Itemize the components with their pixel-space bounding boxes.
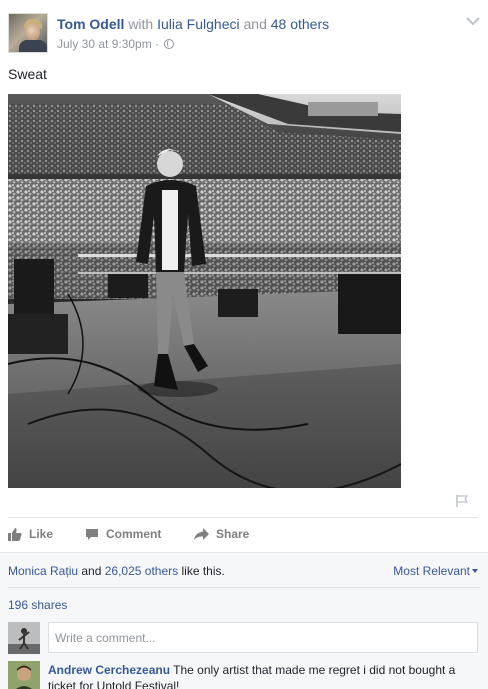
write-comment-input[interactable] [48,622,478,653]
like-button[interactable]: Like [8,523,53,545]
likes-separator [8,587,480,588]
tagged-others-link[interactable]: 48 others [271,16,329,32]
likes-others-link[interactable]: 26,025 others [105,564,178,578]
commenter-name-link[interactable]: Andrew Cerchezeanu [48,663,170,677]
with-text: with [128,16,154,32]
comments-section: Monica Rațiu and 26,025 others like this… [0,552,488,689]
liker-name-link[interactable]: Monica Rațiu [8,564,78,578]
meta-separator: · [155,37,160,51]
flag-icon[interactable] [455,494,469,508]
current-user-avatar[interactable] [8,622,40,654]
facebook-post: Tom Odell with Iulia Fulgheci and 48 oth… [0,0,488,689]
post-header: Tom Odell with Iulia Fulgheci and 48 oth… [57,16,329,32]
post-text: Sweat [8,66,47,82]
likes-summary: Monica Rațiu and 26,025 others like this… [8,564,225,578]
action-bar: Like Comment Share [8,523,478,545]
author-name-link[interactable]: Tom Odell [57,16,124,32]
comment-item: Andrew Cerchezeanu The only artist that … [48,662,478,689]
likes-and-text: and [81,564,102,578]
commenter-photo [8,661,40,689]
author-avatar[interactable] [8,13,48,53]
post-meta: July 30 at 9:30pm · [57,37,175,51]
silhouette-photo [8,622,40,654]
share-label: Share [216,527,250,541]
commenter-avatar[interactable] [8,661,40,689]
sort-label: Most Relevant [393,564,470,578]
shares-count-link[interactable]: 196 shares [8,598,67,612]
comment-label: Comment [106,527,162,541]
likes-suffix: like this. [181,564,225,578]
share-arrow-icon [194,527,209,540]
and-text: and [243,16,267,32]
like-label: Like [29,527,54,541]
share-button[interactable]: Share [194,523,249,545]
tagged-person-link[interactable]: Iulia Fulgheci [157,16,240,32]
thumbs-up-icon [8,527,22,541]
sort-dropdown[interactable]: Most Relevant [393,564,478,578]
post-photo[interactable] [8,94,401,488]
speech-bubble-icon [86,528,98,540]
concert-stage-photo [8,94,401,488]
action-divider [8,517,478,518]
post-timestamp-link[interactable]: July 30 at 9:30pm [57,37,152,51]
caret-down-icon [472,569,478,573]
globe-icon[interactable] [164,39,175,49]
chevron-down-icon[interactable] [466,16,480,26]
comment-button[interactable]: Comment [85,523,161,545]
